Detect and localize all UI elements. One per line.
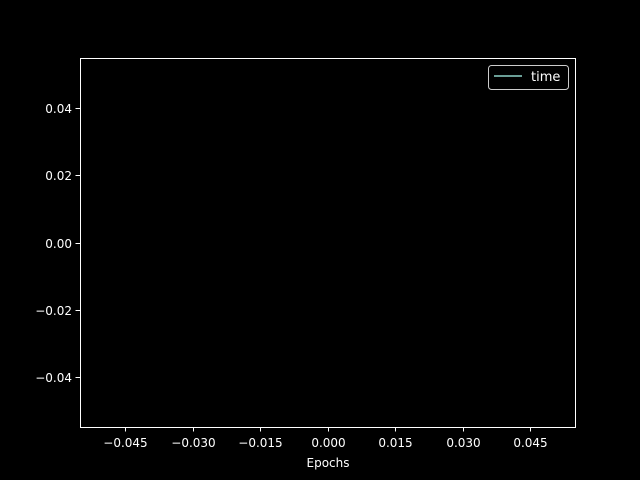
y-tick-label: 0.00 (45, 237, 72, 251)
legend-label-time: time (531, 70, 560, 85)
x-tick-label: 0.000 (311, 436, 345, 450)
x-tick-label: −0.045 (103, 436, 147, 450)
x-tick-label: 0.045 (513, 436, 547, 450)
y-tick-label: 0.04 (45, 102, 72, 116)
legend: time (488, 65, 569, 90)
x-tick-label: −0.030 (171, 436, 215, 450)
y-tick-label: −0.02 (35, 304, 72, 318)
x-tick-label: 0.015 (378, 436, 412, 450)
x-tick-label: −0.015 (238, 436, 282, 450)
chart: −0.045 −0.030 −0.015 0.000 0.015 0.030 0.045 0… (0, 0, 640, 480)
y-tick-label: −0.04 (35, 371, 72, 385)
x-axis-label: Epochs (307, 456, 350, 470)
x-tick-label: 0.030 (446, 436, 480, 450)
y-tick-label: 0.02 (45, 169, 72, 183)
